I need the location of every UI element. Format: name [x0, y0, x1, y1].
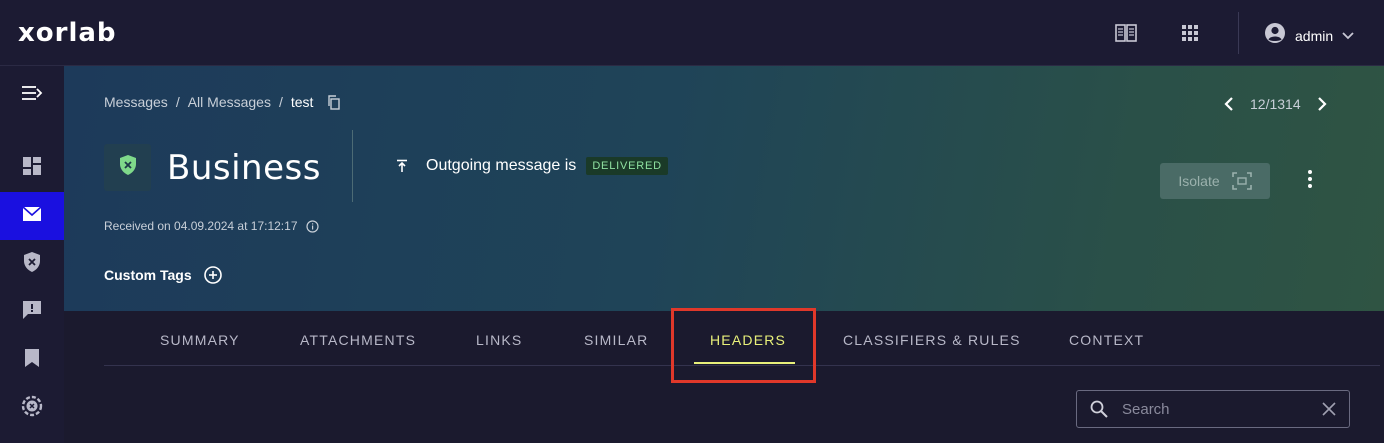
top-bar: xorlab admin: [0, 0, 1384, 66]
next-message-button[interactable]: [1317, 97, 1327, 111]
sidebar: [0, 66, 64, 443]
message-header: Messages / All Messages / test 12/1314 B…: [64, 66, 1384, 311]
app-logo[interactable]: xorlab: [18, 18, 117, 48]
tab-attachments[interactable]: ATTACHMENTS: [300, 332, 416, 348]
shield-x-icon: [119, 154, 137, 181]
isolate-button[interactable]: Isolate: [1160, 163, 1270, 199]
custom-tags: Custom Tags: [104, 266, 222, 284]
envelope-icon: [22, 205, 42, 227]
isolate-icon: [1231, 172, 1252, 190]
clear-search-icon[interactable]: [1322, 402, 1336, 416]
category-badge: [104, 144, 151, 191]
status-badge: DELIVERED: [586, 157, 668, 175]
delivery-status-text: Outgoing message is: [426, 157, 577, 174]
sidebar-item-messages[interactable]: [0, 192, 64, 240]
breadcrumb-separator: /: [175, 94, 180, 110]
copy-icon[interactable]: [327, 94, 341, 110]
tab-classifiers-rules[interactable]: CLASSIFIERS & RULES: [843, 332, 1021, 348]
more-options-button[interactable]: [1300, 168, 1320, 194]
annotation-highlight-box: [671, 308, 816, 383]
feedback-icon: [22, 300, 42, 325]
chevron-down-icon: [1342, 27, 1354, 45]
isolate-button-label: Isolate: [1178, 173, 1220, 189]
menu-collapse-icon: [21, 85, 43, 106]
apps-grid-icon[interactable]: [1179, 22, 1201, 44]
breadcrumb-current: test: [290, 94, 314, 110]
user-avatar-icon: [1264, 22, 1286, 49]
hero-divider: [352, 130, 353, 202]
breadcrumb-separator: /: [278, 94, 283, 110]
previous-message-button[interactable]: [1224, 97, 1234, 111]
dashboard-icon: [22, 156, 42, 181]
breadcrumb: Messages / All Messages / test: [104, 94, 341, 110]
message-pager: 12/1314: [1224, 96, 1327, 112]
outgoing-icon: [396, 159, 408, 173]
tab-similar[interactable]: SIMILAR: [584, 332, 648, 348]
received-timestamp: Received on 04.09.2024 at 17:12:17: [104, 219, 319, 233]
message-category-title: Business: [167, 148, 321, 188]
search-input[interactable]: [1122, 399, 1312, 419]
tab-summary[interactable]: SUMMARY: [160, 332, 240, 348]
tab-context[interactable]: CONTEXT: [1069, 332, 1144, 348]
sidebar-item-threats[interactable]: [0, 240, 64, 288]
pager-position: 12/1314: [1250, 96, 1301, 112]
shield-x-icon: [23, 251, 41, 278]
bookmark-icon: [24, 348, 40, 373]
breadcrumb-messages[interactable]: Messages: [104, 94, 168, 110]
settings-x-icon: [21, 395, 43, 422]
received-text: Received on 04.09.2024 at 17:12:17: [104, 219, 298, 233]
user-menu[interactable]: admin: [1264, 22, 1354, 49]
add-tag-icon[interactable]: [203, 266, 222, 284]
custom-tags-label: Custom Tags: [104, 267, 192, 283]
search-box: [1076, 390, 1350, 428]
sidebar-toggle-button[interactable]: [0, 71, 64, 119]
sidebar-item-settings[interactable]: [0, 384, 64, 432]
user-name: admin: [1295, 27, 1334, 44]
book-icon[interactable]: [1115, 22, 1137, 44]
sidebar-item-dashboard[interactable]: [0, 144, 64, 192]
sidebar-item-reports[interactable]: [0, 288, 64, 336]
search-icon: [1090, 400, 1108, 418]
info-icon[interactable]: [305, 219, 319, 233]
tab-links[interactable]: LINKS: [476, 332, 522, 348]
sidebar-item-bookmarks[interactable]: [0, 336, 64, 384]
topbar-divider: [1238, 12, 1239, 54]
more-vertical-icon: [1308, 169, 1312, 193]
delivery-status: Outgoing message is DELIVERED: [396, 157, 668, 175]
breadcrumb-all-messages[interactable]: All Messages: [188, 94, 271, 110]
